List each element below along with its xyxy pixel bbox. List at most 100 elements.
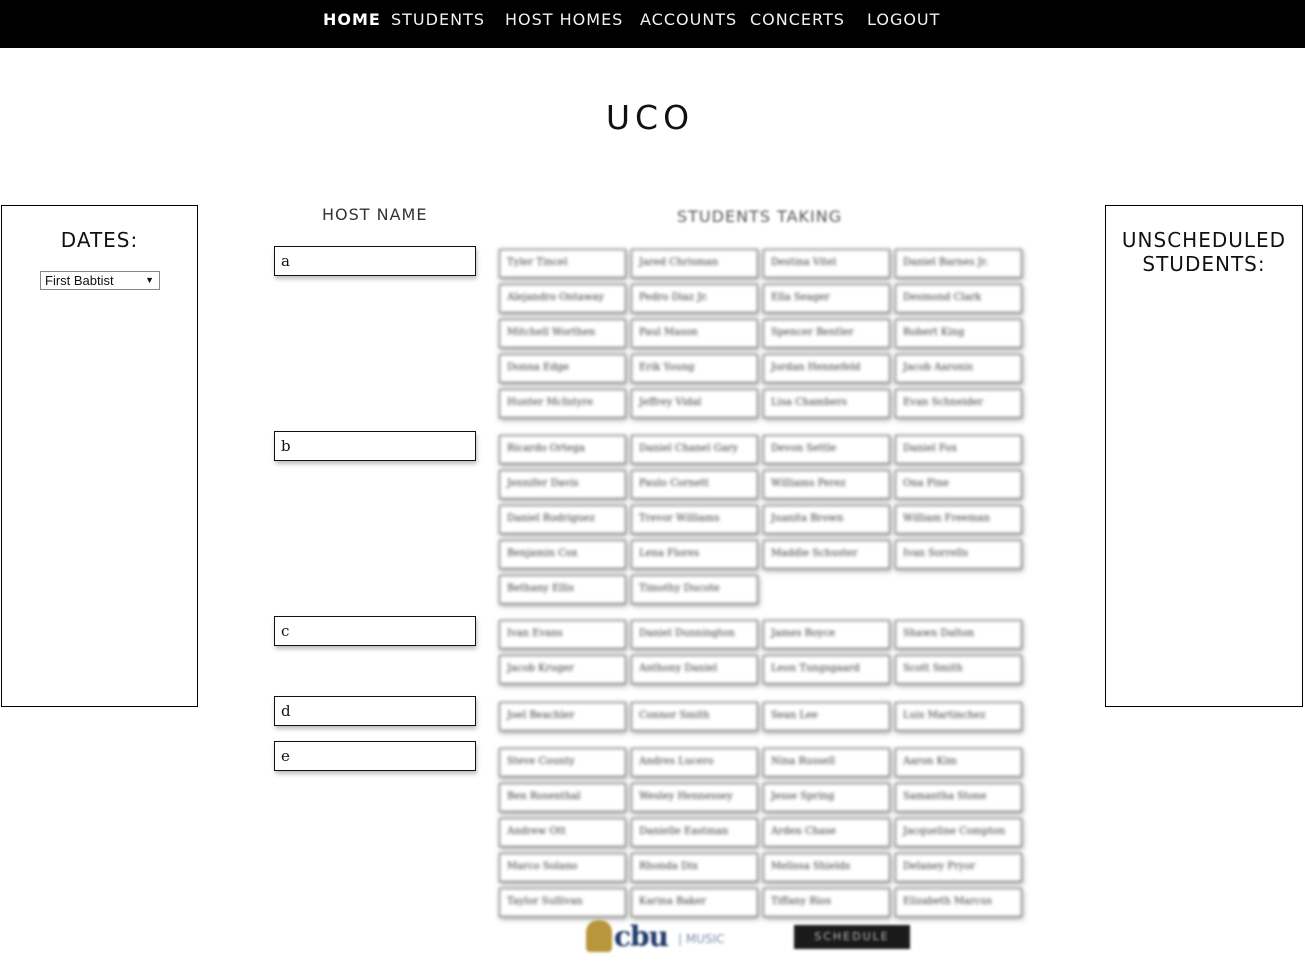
page-title: UCO <box>605 98 695 137</box>
student-card[interactable]: Ben Rosenthal <box>499 783 626 812</box>
student-card[interactable]: Alejandro Ontaway <box>499 284 626 313</box>
student-card[interactable]: Ricardo Ortega <box>499 435 626 464</box>
student-card[interactable]: Elizabeth Marcus <box>895 888 1022 917</box>
student-card[interactable]: Sean Lee <box>763 702 890 731</box>
student-card[interactable]: Samantha Stone <box>895 783 1022 812</box>
nav-host-homes[interactable]: HOST HOMES <box>505 10 623 29</box>
unscheduled-label: UNSCHEDULED STUDENTS: <box>1106 228 1302 276</box>
top-navbar: HOME STUDENTS HOST HOMES ACCOUNTS CONCER… <box>0 0 1305 48</box>
student-card[interactable]: Daniel Fox <box>895 435 1022 464</box>
student-card[interactable]: Leon Tungsgaard <box>763 655 890 684</box>
nav-students[interactable]: STUDENTS <box>391 10 485 29</box>
students-taking-header: STUDENTS TAKING <box>677 207 843 226</box>
student-card[interactable]: Ivan Evans <box>499 620 626 649</box>
student-card[interactable]: Ella Seager <box>763 284 890 313</box>
student-card[interactable]: Aaron Kim <box>895 748 1022 777</box>
student-card[interactable]: Delaney Pryor <box>895 853 1022 882</box>
student-card[interactable]: Jacqueline Compton <box>895 818 1022 847</box>
student-card[interactable]: Melissa Shields <box>763 853 890 882</box>
host-name-input[interactable]: c <box>274 616 476 646</box>
student-card[interactable]: Jesse Spring <box>763 783 890 812</box>
student-card[interactable]: Taylor Sullivan <box>499 888 626 917</box>
student-card[interactable]: Joel Beachler <box>499 702 626 731</box>
student-card[interactable]: Karina Baker <box>631 888 758 917</box>
student-card[interactable]: Jared Chrisman <box>631 249 758 278</box>
student-card[interactable]: Lisa Chambers <box>763 389 890 418</box>
student-card[interactable]: James Boyce <box>763 620 890 649</box>
student-card[interactable]: Arden Chase <box>763 818 890 847</box>
page: HOME STUDENTS HOST HOMES ACCOUNTS CONCER… <box>0 0 1305 961</box>
student-card[interactable]: Andres Lucero <box>631 748 758 777</box>
student-card[interactable]: Desmond Clark <box>895 284 1022 313</box>
host-name-input[interactable]: a <box>274 246 476 276</box>
schedule-button[interactable]: SCHEDULE <box>794 925 910 949</box>
student-card[interactable]: Trevor Williams <box>631 505 758 534</box>
host-name-input[interactable]: b <box>274 431 476 461</box>
student-card[interactable]: Destina Vitel <box>763 249 890 278</box>
dates-panel: DATES: First Babtist ▼ <box>1 205 198 707</box>
student-card[interactable]: Andrew Ott <box>499 818 626 847</box>
student-card[interactable]: Wesley Hennessey <box>631 783 758 812</box>
student-card[interactable]: Juanita Brown <box>763 505 890 534</box>
student-card[interactable]: Danielle Eastman <box>631 818 758 847</box>
student-card[interactable]: Erik Young <box>631 354 758 383</box>
student-card[interactable]: Evan Schneider <box>895 389 1022 418</box>
student-card[interactable]: Spencer Bentler <box>763 319 890 348</box>
student-card[interactable]: Scott Smith <box>895 655 1022 684</box>
student-assignments: Tyler Tincel Jared Chrisman Destina Vitel D… <box>498 244 1025 924</box>
student-card[interactable]: Daniel Dunnington <box>631 620 758 649</box>
cbu-music-logo: cbu | MUSIC <box>586 918 736 956</box>
student-card[interactable]: Daniel Chanel Gary <box>631 435 758 464</box>
host-name-input[interactable]: e <box>274 741 476 771</box>
student-card[interactable]: Benjamin Cox <box>499 540 626 569</box>
dates-selected-value: First Babtist <box>45 273 114 288</box>
nav-home[interactable]: HOME <box>323 10 381 29</box>
student-card[interactable]: Lena Flores <box>631 540 758 569</box>
unscheduled-label-line1: UNSCHEDULED <box>1121 228 1287 252</box>
student-card[interactable]: Devon Settle <box>763 435 890 464</box>
student-card[interactable]: Rhonda Dix <box>631 853 758 882</box>
nav-concerts[interactable]: CONCERTS <box>750 10 845 29</box>
student-card[interactable]: Anthony Daniel <box>631 655 758 684</box>
student-card[interactable]: William Freeman <box>895 505 1022 534</box>
logo-text: cbu <box>614 920 669 953</box>
host-name-input[interactable]: d <box>274 696 476 726</box>
student-card[interactable]: Daniel Barnes Jr. <box>895 249 1022 278</box>
student-card[interactable]: Timothy Ducote <box>631 575 758 604</box>
student-card[interactable]: Nina Russell <box>763 748 890 777</box>
student-card[interactable]: Paul Mason <box>631 319 758 348</box>
student-card[interactable]: Jordan Hennefeld <box>763 354 890 383</box>
nav-accounts[interactable]: ACCOUNTS <box>640 10 737 29</box>
logo-subtext: | MUSIC <box>678 932 725 946</box>
student-card[interactable]: Robert King <box>895 319 1022 348</box>
student-card[interactable]: Steve County <box>499 748 626 777</box>
student-card[interactable]: Daniel Rodriguez <box>499 505 626 534</box>
dates-label: DATES: <box>60 228 139 252</box>
student-card[interactable]: Luis Martinchez <box>895 702 1022 731</box>
student-card[interactable]: Mitchell Worthen <box>499 319 626 348</box>
unscheduled-students-panel[interactable]: UNSCHEDULED STUDENTS: <box>1105 205 1303 707</box>
student-card[interactable]: Ona Pine <box>895 470 1022 499</box>
student-card[interactable]: Paulo Cornett <box>631 470 758 499</box>
student-card[interactable]: Hunter McIntyre <box>499 389 626 418</box>
crest-icon <box>586 920 612 952</box>
student-card[interactable]: Ivan Sorrells <box>895 540 1022 569</box>
nav-logout[interactable]: LOGOUT <box>867 10 940 29</box>
student-card[interactable]: Williams Perez <box>763 470 890 499</box>
unscheduled-label-line2: STUDENTS: <box>1142 252 1266 276</box>
student-card[interactable]: Jeffrey Vidal <box>631 389 758 418</box>
student-card[interactable]: Tyler Tincel <box>499 249 626 278</box>
student-card[interactable]: Jacob Aaronis <box>895 354 1022 383</box>
student-card[interactable]: Jennifer Davis <box>499 470 626 499</box>
student-card[interactable]: Bethany Ellis <box>499 575 626 604</box>
student-card[interactable]: Shawn Dalton <box>895 620 1022 649</box>
student-card[interactable]: Connor Smith <box>631 702 758 731</box>
student-card[interactable]: Tiffany Rios <box>763 888 890 917</box>
student-card[interactable]: Pedro Diaz Jr. <box>631 284 758 313</box>
dropdown-arrow-icon: ▼ <box>145 275 154 285</box>
student-card[interactable]: Marco Solano <box>499 853 626 882</box>
student-card[interactable]: Donna Edge <box>499 354 626 383</box>
student-card[interactable]: Maddie Schuster <box>763 540 890 569</box>
student-card[interactable]: Jacob Kruger <box>499 655 626 684</box>
dates-select[interactable]: First Babtist ▼ <box>40 271 160 290</box>
